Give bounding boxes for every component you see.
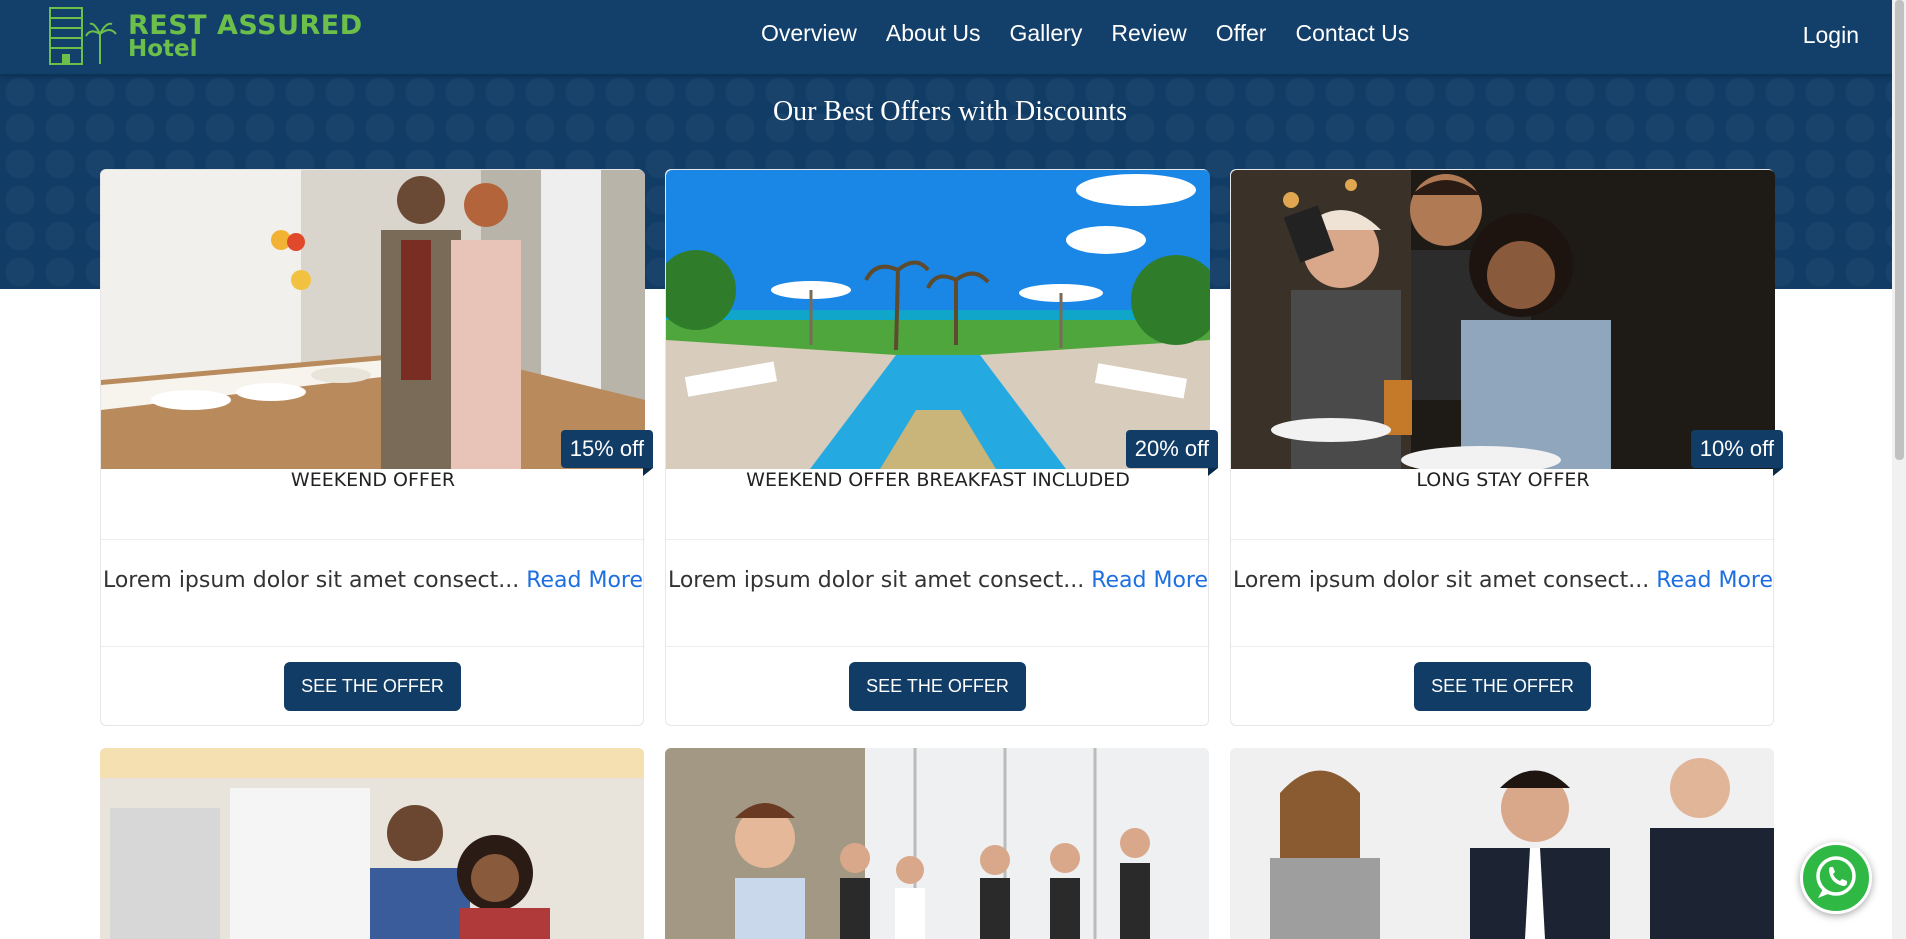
offer-image-breakfast-buffet[interactable] (101, 170, 645, 469)
offer-description: Lorem ipsum dolor sit amet consect... (1232, 568, 1650, 593)
nav-contact-us[interactable]: Contact Us (1295, 20, 1409, 47)
offer-image-pool[interactable] (666, 170, 1210, 469)
offer-image-business-team[interactable] (665, 748, 1209, 939)
section-title: Our Best Offers with Discounts (772, 96, 1128, 127)
read-more-link[interactable]: Read More (1656, 568, 1773, 593)
offer-image-friends-selfie[interactable] (1231, 170, 1775, 469)
offer-description: Lorem ipsum dolor sit amet consect... (102, 568, 520, 593)
offer-card: 15% off WEEKEND OFFER Lorem ipsum dolor … (100, 169, 654, 726)
offer-body: Lorem ipsum dolor sit amet consect... Re… (1231, 540, 1775, 647)
hotel-logo[interactable]: REST ASSURED Hotel (48, 4, 362, 68)
discount-badge: 15% off (560, 430, 654, 476)
offer-body: Lorem ipsum dolor sit amet consect... Re… (666, 540, 1210, 647)
discount-badge: 10% off (1690, 430, 1784, 476)
nav-review[interactable]: Review (1111, 20, 1186, 47)
main-nav: Overview About Us Gallery Review Offer C… (761, 20, 1438, 47)
offer-description: Lorem ipsum dolor sit amet consect... (667, 568, 1085, 593)
login-link[interactable]: Login (1803, 22, 1859, 49)
nav-about-us[interactable]: About Us (886, 20, 981, 47)
scrollbar-thumb[interactable] (1895, 0, 1904, 460)
top-navbar: REST ASSURED Hotel Overview About Us Gal… (0, 0, 1906, 74)
offer-title: WEEKEND OFFER BREAKFAST INCLUDED (666, 469, 1210, 540)
see-offer-button[interactable]: SEE THE OFFER (849, 662, 1026, 711)
whatsapp-chat-button[interactable] (1800, 842, 1872, 914)
hotel-building-icon (49, 7, 117, 65)
see-offer-button[interactable]: SEE THE OFFER (1414, 662, 1591, 711)
offer-image-couple-kitchen[interactable] (100, 748, 644, 939)
offer-image-business-meeting[interactable] (1230, 748, 1774, 939)
see-offer-button[interactable]: SEE THE OFFER (284, 662, 461, 711)
offer-body: Lorem ipsum dolor sit amet consect... Re… (101, 540, 645, 647)
offer-title: LONG STAY OFFER (1231, 469, 1775, 540)
read-more-link[interactable]: Read More (1091, 568, 1208, 593)
nav-offer[interactable]: Offer (1216, 20, 1267, 47)
offer-card: 20% off WEEKEND OFFER BREAKFAST INCLUDED… (665, 169, 1219, 726)
discount-badge: 20% off (1125, 430, 1219, 476)
nav-overview[interactable]: Overview (761, 20, 857, 47)
offer-title: WEEKEND OFFER (101, 469, 645, 540)
brand-subtitle: Hotel (128, 36, 198, 62)
nav-gallery[interactable]: Gallery (1009, 20, 1082, 47)
page-scrollbar[interactable] (1892, 0, 1906, 939)
offer-card: 10% off LONG STAY OFFER Lorem ipsum dolo… (1230, 169, 1784, 726)
whatsapp-icon (1816, 856, 1856, 898)
read-more-link[interactable]: Read More (526, 568, 643, 593)
